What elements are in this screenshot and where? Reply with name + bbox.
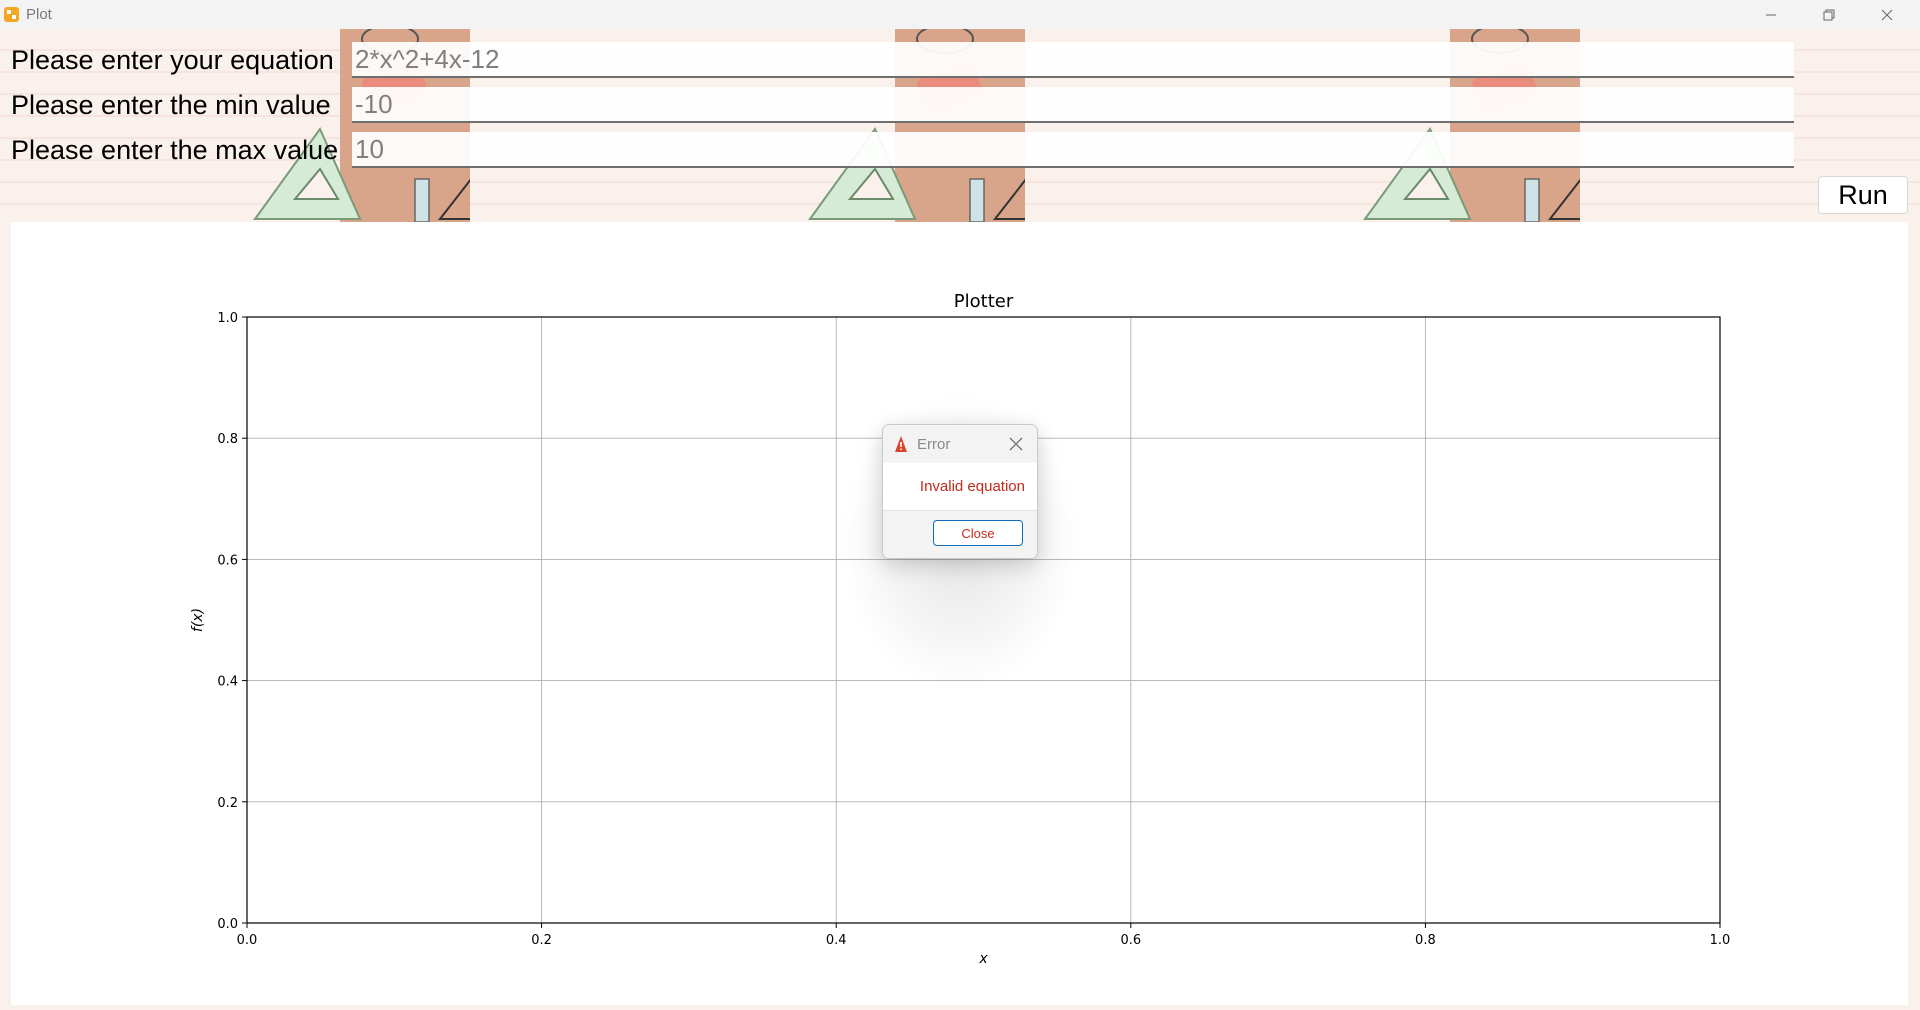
window-title: Plot [26,6,52,23]
max-value-label: Please enter the max value [11,135,339,165]
x-tick-label: 0.6 [1120,933,1141,948]
x-tick-label: 0.2 [531,933,552,948]
left-background-strip [0,222,11,1005]
min-value-row: Please enter the min value [0,85,1800,125]
dialog-header: Error [883,425,1037,463]
minimize-icon [1766,14,1776,15]
equation-input[interactable] [352,42,1794,78]
min-value-label: Please enter the min value [11,90,331,120]
y-tick-label: 0.2 [217,796,238,811]
y-tick-label: 0.6 [217,553,238,568]
x-axis-label: x [978,951,988,967]
title-bar: Plot [0,0,1920,29]
x-tick-label: 0.4 [826,933,847,948]
max-value-row: Please enter the max value [0,130,1800,170]
y-tick-label: 0.4 [217,675,238,690]
equation-label: Please enter your equation [11,45,334,75]
x-tick-label: 1.0 [1710,933,1731,948]
min-value-input[interactable] [352,87,1794,123]
y-tick-label: 0.0 [217,917,238,932]
plot-app-icon [4,7,19,22]
close-icon[interactable] [1008,436,1024,452]
y-tick-label: 1.0 [217,311,238,326]
minimize-button[interactable] [1748,0,1794,29]
dialog-close-button[interactable]: Close [933,520,1023,546]
restore-icon [1823,9,1835,20]
close-icon [1881,9,1893,20]
close-window-button[interactable] [1864,0,1910,29]
restore-button[interactable] [1806,0,1852,29]
run-button[interactable]: Run [1818,176,1908,214]
equation-row: Please enter your equation [0,40,1800,80]
x-axis: 0.0 0.2 0.4 0.6 0.8 1.0 [237,923,1731,948]
error-dialog: Error Invalid equation Close [882,424,1038,559]
y-axis: 0.0 0.2 0.4 0.6 0.8 1.0 [217,311,247,932]
x-tick-label: 0.8 [1415,933,1436,948]
x-tick-label: 0.0 [237,933,258,948]
dialog-footer: Close [883,510,1037,558]
y-axis-label: f(x) [190,608,206,632]
warning-icon [895,436,907,452]
dialog-title: Error [917,436,951,453]
max-value-input[interactable] [352,132,1794,168]
error-message: Invalid equation [919,478,1025,495]
right-background-strip [1908,222,1920,1005]
y-tick-label: 0.8 [217,432,238,447]
chart-title: Plotter [954,291,1014,312]
